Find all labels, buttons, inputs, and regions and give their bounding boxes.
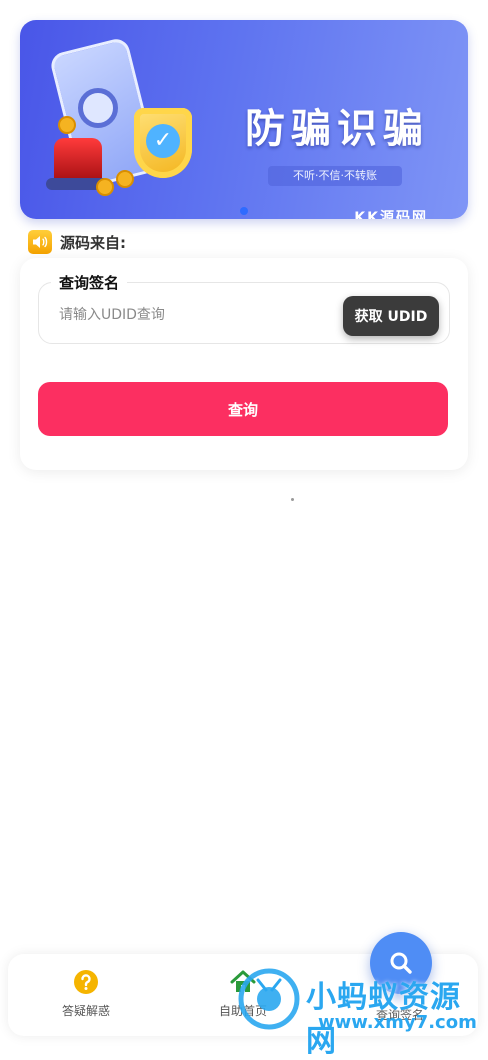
query-card: 查询签名 获取 UDID 查询 (20, 258, 468, 470)
tab-faq[interactable]: 答疑解惑 (8, 954, 164, 1036)
magnifier-icon (78, 88, 118, 128)
check-icon: ✓ (146, 124, 180, 158)
watermark-logo-icon (238, 968, 300, 1030)
udid-input[interactable] (57, 303, 301, 327)
tab-faq-label: 答疑解惑 (61, 1004, 110, 1018)
watermark-url: www.xmy7.com (318, 1012, 477, 1033)
coin-icon (96, 178, 114, 196)
coin-icon (58, 116, 76, 134)
banner-title: 防骗识骗 (245, 105, 429, 152)
banner-brand: KK源码网 (354, 210, 428, 219)
query-button[interactable]: 查询 (38, 382, 448, 436)
notice-label: 源码来自: (60, 233, 126, 252)
get-udid-button[interactable]: 获取 UDID (343, 296, 439, 336)
anti-fraud-banner[interactable]: ✓ 防骗识骗 不听·不信·不转账 KK源码网 (20, 20, 468, 219)
speaker-icon (28, 230, 52, 254)
banner-subtitle: 不听·不信·不转账 (293, 169, 377, 182)
coin-icon (116, 170, 134, 188)
field-legend: 查询签名 (51, 272, 128, 293)
udid-field-group: 查询签名 获取 UDID (38, 272, 450, 344)
question-icon (74, 970, 98, 994)
decorative-dot (291, 498, 294, 501)
carousel-indicator[interactable] (240, 207, 248, 215)
siren-icon (54, 138, 102, 182)
source-notice: 源码来自: (28, 230, 126, 254)
banner-subtitle-box: 不听·不信·不转账 (268, 166, 402, 186)
